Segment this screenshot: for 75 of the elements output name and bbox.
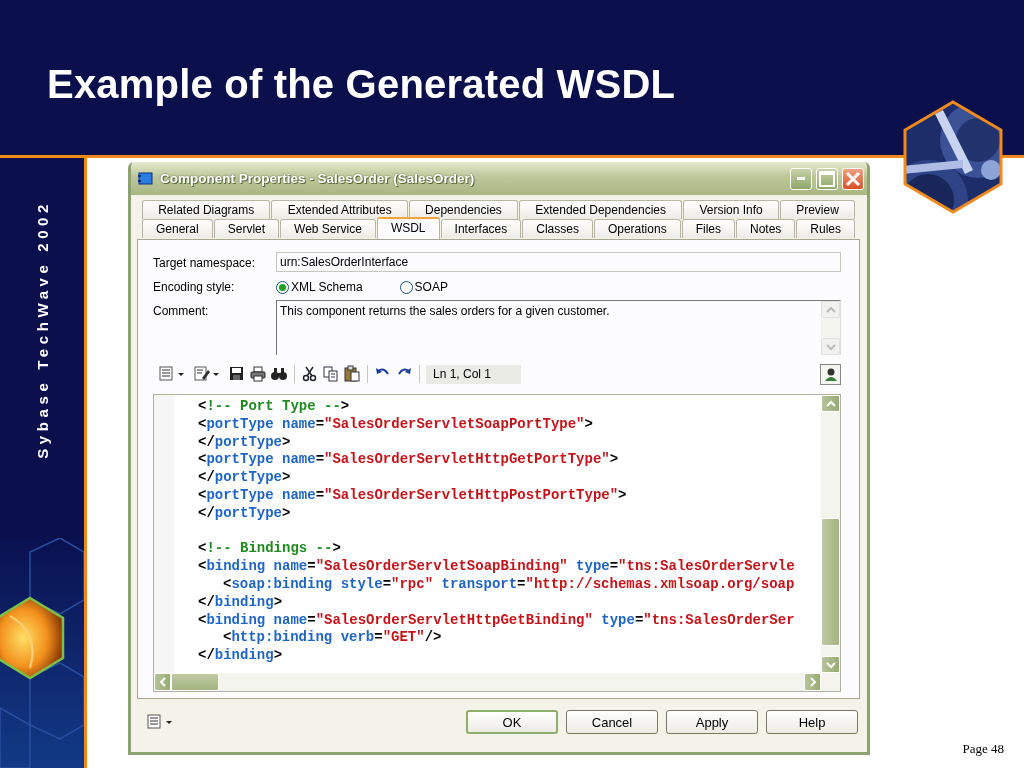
code-line: <portType name="SalesOrderServletHttpPostPortType"> <box>197 487 628 505</box>
tab[interactable]: Interfaces <box>440 219 522 238</box>
field-label: Target namespace: <box>153 255 257 270</box>
tab[interactable]: Web Service <box>280 219 376 238</box>
code-line: <binding name="SalesOrderServletHttpGetBinding" type="tns:SalesOrderSer <box>197 611 796 630</box>
code-line: <!-- Port Type --> <box>197 398 351 416</box>
radio-button[interactable] <box>276 280 289 294</box>
code-line: <portType name="SalesOrderServletSoapPortType"> <box>197 415 594 434</box>
field-label: Comment: <box>153 303 210 318</box>
tab[interactable]: Operations <box>593 219 681 238</box>
tab[interactable]: Extended Dependencies <box>519 200 683 219</box>
copy-icon[interactable] <box>322 365 340 383</box>
side-caption: Sybase TechWave 2002 <box>33 200 51 459</box>
tab[interactable]: WSDL <box>376 217 440 239</box>
maximize-icon <box>818 169 836 188</box>
code-line: </binding> <box>197 593 284 612</box>
caret-icon[interactable] <box>213 372 219 376</box>
code-line: <!-- Bindings --> <box>197 540 342 559</box>
radio-label[interactable]: XML Schema <box>291 280 363 294</box>
radio-label[interactable]: SOAP <box>414 280 448 294</box>
caret-icon[interactable] <box>166 720 172 724</box>
code-editor[interactable] <box>153 394 841 692</box>
tab[interactable]: Notes <box>736 219 796 238</box>
cursor-position: Ln 1, Col 1 <box>426 364 521 384</box>
code-line: </binding> <box>197 647 284 665</box>
dialog-button[interactable]: Cancel <box>566 710 658 734</box>
tab[interactable]: Extended Attributes <box>271 200 408 219</box>
print-icon[interactable] <box>249 365 267 383</box>
edit-menu-button[interactable] <box>193 365 219 383</box>
component-icon <box>138 172 153 185</box>
window-title: Component Properties - SalesOrder (SalesOrder) <box>160 171 475 186</box>
binoculars-icon[interactable] <box>270 365 288 383</box>
tab[interactable]: Servlet <box>213 219 280 238</box>
caret-icon[interactable] <box>178 372 184 376</box>
dialog-button[interactable]: Apply <box>666 710 758 734</box>
chevron-down-icon <box>824 341 837 352</box>
minimize-icon <box>797 177 805 180</box>
dialog-button[interactable]: OK <box>466 710 558 734</box>
code-line: <http:binding verb="GET"/> <box>222 629 443 648</box>
tab[interactable]: Files <box>681 219 735 238</box>
paste-icon[interactable] <box>343 365 361 383</box>
user-button[interactable] <box>820 363 841 385</box>
save-icon[interactable] <box>228 365 246 383</box>
radio-button[interactable] <box>399 280 413 294</box>
comment-text: This component returns the sales orders for a given customer. <box>279 303 611 320</box>
tab[interactable]: Rules <box>796 219 856 238</box>
list-menu-button[interactable] <box>158 365 184 383</box>
tab[interactable]: Dependencies <box>408 200 519 219</box>
edit-icon[interactable] <box>193 365 211 383</box>
code-line: </portType> <box>197 433 292 452</box>
input-field[interactable]: urn:SalesOrderInterface <box>276 252 841 272</box>
chevron-up-icon <box>824 304 837 315</box>
code-line: <binding name="SalesOrderServletSoapBinding" type="tns:SalesOrderServle <box>197 558 796 576</box>
close-icon <box>844 169 862 188</box>
field-label: Encoding style: <box>153 280 236 294</box>
code-line: </portType> <box>197 469 292 487</box>
minimize-button[interactable] <box>790 167 812 190</box>
page-number: Page 48 <box>962 741 1004 757</box>
tab[interactable]: Preview <box>779 200 856 219</box>
code-line: </portType> <box>197 504 292 523</box>
code-line: <soap:binding style="rpc" transport="http://schemas.xmlsoap.org/soap <box>222 575 796 594</box>
scroll-thumb[interactable] <box>171 673 219 691</box>
code-line: <portType name="SalesOrderServletHttpGetPortType"> <box>197 451 620 470</box>
slide-title: Example of the Generated WSDL <box>46 61 677 107</box>
tab[interactable]: Related Diagrams <box>142 200 271 219</box>
cut-icon[interactable] <box>301 365 319 383</box>
list-menu-button[interactable] <box>146 713 172 731</box>
close-button[interactable] <box>842 167 864 190</box>
scroll-thumb[interactable] <box>821 518 840 646</box>
dialog-button[interactable]: Help <box>766 710 858 734</box>
tab[interactable]: Version Info <box>683 200 779 219</box>
person-icon <box>823 367 838 381</box>
tab[interactable]: General <box>142 219 213 238</box>
tab[interactable]: Classes <box>522 219 593 238</box>
maximize-button[interactable] <box>816 167 838 190</box>
